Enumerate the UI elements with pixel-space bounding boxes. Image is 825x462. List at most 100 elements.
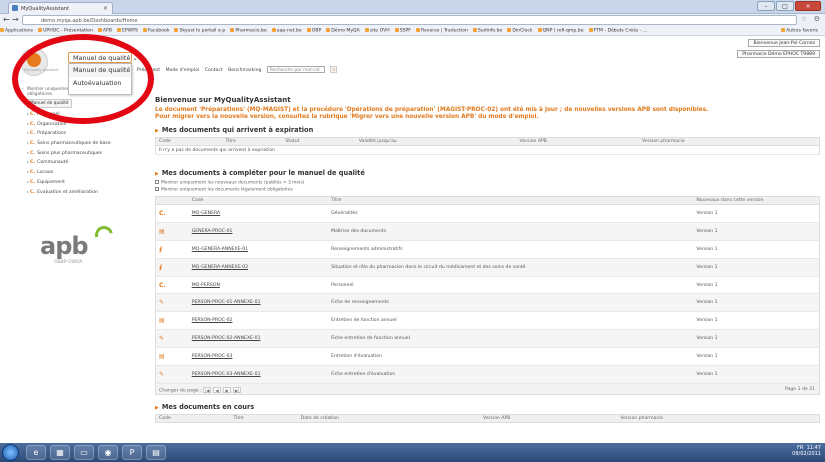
table-row[interactable]: ▤ PERSON-PROC-02 Entretien de fonction ann…: [155, 311, 820, 331]
col-header[interactable]: Validité jusqu'au: [355, 137, 517, 146]
col-header-version[interactable]: Nouveaux dans cette version: [693, 196, 820, 205]
wrench-icon[interactable]: ⚙: [814, 15, 820, 23]
expand-arrow-icon[interactable]: ▸: [27, 150, 29, 155]
url-field[interactable]: demo.myqa.apb.be/Dashboards/Home: [22, 15, 797, 25]
doc-code-link[interactable]: MQ-GENERA-ANNEXE-02: [192, 265, 248, 270]
expand-arrow-icon[interactable]: ▸: [27, 159, 29, 164]
table-row[interactable]: ✎ PERSON-PROC-03-ANNEXE-01 Fiche entretien…: [155, 365, 820, 384]
forward-icon[interactable]: →: [12, 15, 19, 24]
bookmark-item[interactable]: APB: [98, 26, 112, 34]
bookmark-item[interactable]: FTM - Débuts Créés - ...: [589, 26, 648, 34]
checkbox-new-docs[interactable]: [155, 180, 159, 184]
search-icon[interactable]: ⌕: [330, 66, 338, 73]
doc-code-link[interactable]: PERSON-PROC-03-ANNEXE-01: [192, 372, 261, 377]
sidebar-item[interactable]: ▸C. Evaluation et amélioration: [27, 189, 132, 199]
expand-arrow-icon[interactable]: ▸: [27, 189, 29, 194]
col-header[interactable]: Code: [155, 137, 223, 146]
sidebar-item[interactable]: ▸C. Soins pharmaceutiques de base: [27, 140, 132, 150]
pager-button[interactable]: |◀: [203, 386, 212, 393]
sidebar-item[interactable]: ▸C. Organisation: [27, 121, 132, 131]
powerpoint-icon[interactable]: P: [122, 445, 142, 460]
expand-arrow-icon[interactable]: ▸: [27, 140, 29, 145]
folder-icon[interactable]: ▭: [74, 445, 94, 460]
filter-new-docs[interactable]: Montrer uniquement les nouveaux document…: [155, 180, 820, 187]
pager-button[interactable]: ◀: [213, 386, 222, 393]
chrome-icon[interactable]: ◉: [98, 445, 118, 460]
minimize-button[interactable]: –: [757, 1, 775, 11]
bookmark-item[interactable]: aap-net.be: [272, 26, 302, 34]
quality-menu-trigger[interactable]: Manuel de qualité ⌄: [68, 52, 138, 63]
table-row[interactable]: ∮ MQ-GENERA-ANNEXE-02 Situation et rôle du…: [155, 258, 820, 277]
search-input[interactable]: Recherche par mot-clé: [266, 66, 325, 73]
sidebar-item[interactable]: ▸C. Personnel: [27, 111, 132, 121]
bookmark-item[interactable]: Facebook: [143, 26, 170, 34]
expand-arrow-icon[interactable]: ▸: [27, 179, 29, 184]
col-header[interactable]: Version APB: [480, 414, 618, 423]
doc-code-link[interactable]: MQ-GENERA-ANNEXE-01: [192, 247, 248, 252]
pager-button[interactable]: ▶|: [233, 386, 242, 393]
menu-item-autoevaluation[interactable]: Autoévaluation: [69, 77, 131, 90]
table-row[interactable]: C. MQ-GENERA Généralités Version 1: [155, 204, 820, 223]
bookmark-item[interactable]: QNP | refi-qmp.be: [538, 26, 584, 34]
table-row[interactable]: C. MQ-PERSON Personnel Version 1: [155, 276, 820, 295]
bookmark-item[interactable]: Reverso | Traduction: [416, 26, 468, 34]
browser-tab[interactable]: MyQualityAssistant ×: [8, 2, 113, 14]
maximize-button[interactable]: □: [776, 1, 794, 11]
sidebar-manual-button[interactable]: Manuel de qualité: [27, 99, 72, 108]
close-tab-icon[interactable]: ×: [103, 5, 108, 12]
col-header[interactable]: Titre: [222, 137, 283, 146]
table-row[interactable]: ✎ PERSON-PROC-02-ANNEXE-01 Fiche entretien…: [155, 329, 820, 349]
col-header[interactable]: Statut: [282, 137, 356, 146]
nav-link-mode-emploi[interactable]: Mode d'emploi: [166, 68, 200, 73]
close-window-button[interactable]: ×: [795, 1, 821, 11]
nav-link-previous[interactable]: Précédent: [137, 68, 160, 73]
doc-code-link[interactable]: PERSON-PROC-02: [192, 318, 233, 323]
user-select[interactable]: Bienvenue Jean-Pol Cornez: [748, 39, 820, 47]
expand-arrow-icon[interactable]: ▸: [27, 130, 29, 135]
pager-button[interactable]: ▶: [223, 386, 232, 393]
bookmark-item[interactable]: SSPF: [395, 26, 411, 34]
filter-legal-docs[interactable]: Montrer uniquement les documents légalem…: [155, 187, 820, 194]
sidebar-item[interactable]: ▸C. Préparations: [27, 130, 132, 140]
expand-arrow-icon[interactable]: ▸: [27, 111, 29, 116]
bookmark-item[interactable]: Pharmacie.be: [230, 26, 266, 34]
sidebar-item[interactable]: ▸C. Soins plus pharmaceutiques: [27, 150, 132, 160]
doc-code-link[interactable]: PERSON-PROC-03: [192, 354, 233, 359]
menu-item-manuel-qualite[interactable]: Manuel de qualité: [69, 64, 131, 77]
doc-code-link[interactable]: GENERA-PROC-01: [192, 229, 233, 234]
nav-link-benchmarking[interactable]: Benchmarking: [228, 68, 261, 73]
table-row[interactable]: ∮ MQ-GENERA-ANNEXE-01 Renseignements admin…: [155, 240, 820, 259]
bookmark-item[interactable]: Skyest le portail e-p: [174, 26, 225, 34]
start-button[interactable]: [2, 444, 19, 461]
col-header[interactable]: Version pharmacie: [617, 414, 820, 423]
bookmark-item[interactable]: DinClock: [507, 26, 532, 34]
explorer-icon[interactable]: ▦: [50, 445, 70, 460]
bookmark-item[interactable]: Démo MyQA: [326, 26, 360, 34]
bookmark-item[interactable]: OBP: [307, 26, 322, 34]
col-header[interactable]: Code: [155, 414, 231, 423]
col-header-title[interactable]: Titre: [328, 196, 694, 205]
table-row[interactable]: ▤ PERSON-PROC-03 Entretien d'évaluation Ver…: [155, 347, 820, 367]
bookmark-item[interactable]: UPHOC - Présentation: [38, 26, 93, 34]
pharmacy-select[interactable]: Pharmacie Démo EPHOC T9889: [737, 50, 820, 58]
bookmark-item[interactable]: Autres favoris: [781, 26, 818, 34]
table-row[interactable]: ✎ PERSON-PROC-01-ANNEXE-01 Fiche de rensei…: [155, 293, 820, 313]
pdf-icon[interactable]: ▤: [146, 445, 166, 460]
doc-code-link[interactable]: MQ-PERSON: [192, 283, 220, 288]
bookmark-item[interactable]: Applications: [0, 26, 33, 34]
col-header-code[interactable]: Code: [188, 196, 329, 205]
doc-code-link[interactable]: MQ-GENERA: [192, 211, 220, 216]
doc-code-link[interactable]: PERSON-PROC-01-ANNEXE-01: [192, 300, 261, 305]
sidebar-item[interactable]: ▸C. Communauté: [27, 159, 132, 169]
expand-arrow-icon[interactable]: ▸: [27, 121, 29, 126]
back-icon[interactable]: ←: [3, 15, 10, 24]
sidebar-item[interactable]: ▸C. Locaux: [27, 169, 132, 179]
expand-arrow-icon[interactable]: ▸: [27, 169, 29, 174]
col-header[interactable]: Date de création: [297, 414, 481, 423]
star-icon[interactable]: ☆: [801, 15, 807, 23]
bookmark-item[interactable]: site OVH: [365, 26, 390, 34]
sidebar-item[interactable]: ▸C. Equipement: [27, 179, 132, 189]
bookmark-item[interactable]: Sudinfo.be: [473, 26, 502, 34]
table-row[interactable]: ▤ GENERA-PROC-01 Maîtrise des documents Ver…: [155, 222, 820, 241]
nav-link-contact[interactable]: Contact: [205, 68, 223, 73]
